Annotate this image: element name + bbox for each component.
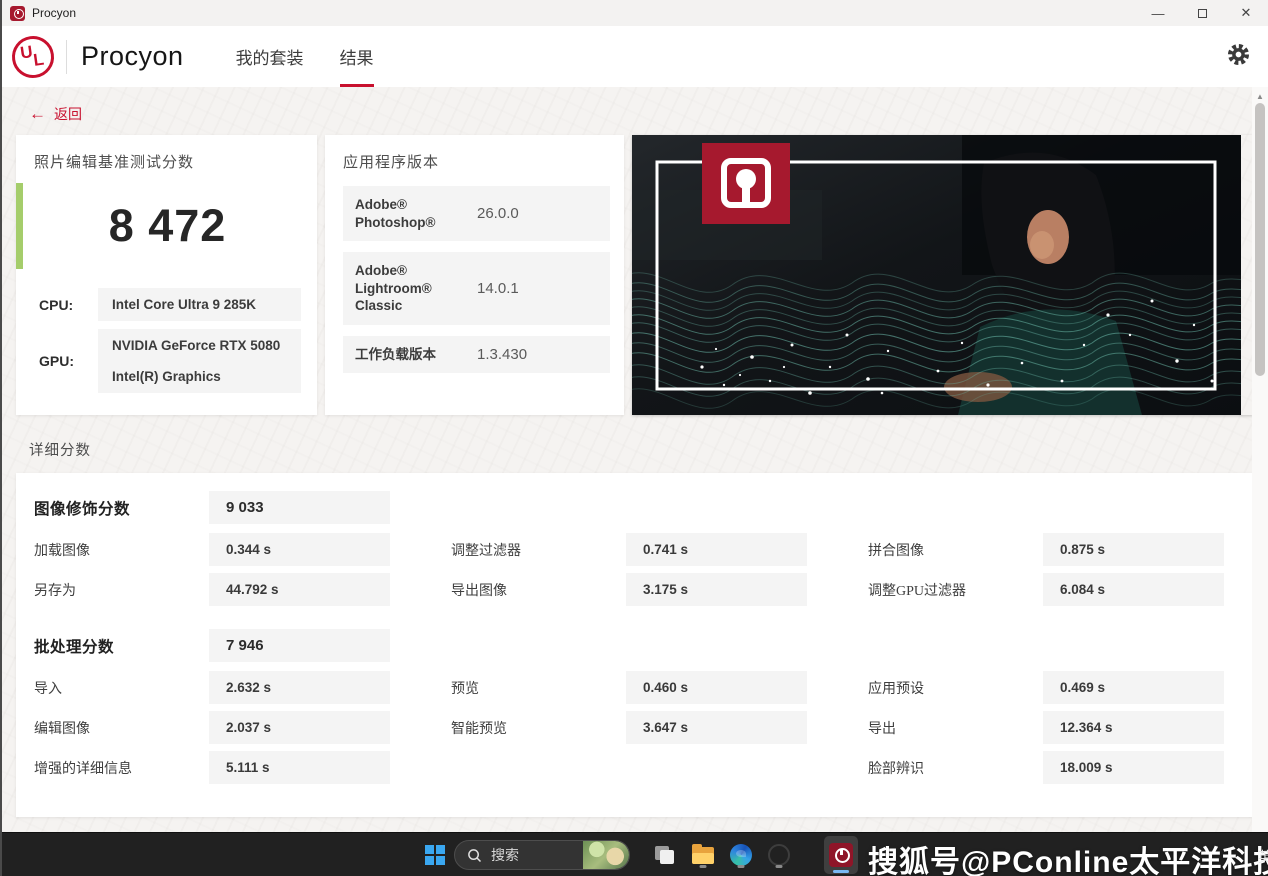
taskbar-search[interactable]: 搜索 [454, 840, 630, 870]
detail-value: 44.792 s [209, 573, 390, 606]
maximize-icon [1197, 8, 1207, 18]
vertical-scrollbar[interactable]: ▲ [1252, 87, 1268, 832]
running-indicator [737, 865, 745, 868]
overall-score: 8 472 [108, 200, 227, 251]
task-view-button[interactable] [650, 840, 680, 870]
back-arrow-icon: ← [29, 104, 46, 123]
detail-label: 导入 [34, 681, 62, 697]
windows-taskbar: 搜索 搜狐号@PConline太平洋科技 英 [2, 832, 1268, 876]
dark-app-icon [768, 844, 790, 866]
scrollbar-thumb[interactable] [1255, 103, 1265, 376]
settings-gear-icon[interactable] [1227, 43, 1250, 71]
brand-title: Procyon [81, 41, 184, 71]
detailed-scores-title: 详细分数 [29, 443, 91, 459]
detail-label: 加载图像 [34, 543, 90, 559]
detail-value: 0.460 s [626, 671, 807, 704]
back-button[interactable]: ← 返回 [2, 87, 122, 124]
start-button[interactable] [420, 840, 450, 870]
version-row-lightroom: Adobe® Lightroom® Classic 14.0.1 [343, 252, 610, 325]
watermark: 搜狐号@PConline太平洋科技 [868, 846, 1268, 876]
score-card-title: 照片编辑基准测试分数 [34, 155, 195, 171]
detail-label: 脸部辨识 [868, 761, 924, 777]
procyon-icon [829, 843, 853, 867]
procyon-taskbar-button[interactable] [824, 836, 858, 874]
app-button[interactable] [764, 840, 794, 870]
detail-label: 另存为 [34, 583, 76, 599]
detail-value: 3.647 s [626, 711, 807, 744]
versions-card-title: 应用程序版本 [343, 155, 440, 171]
gpu-label: GPU: [39, 353, 74, 369]
detail-value: 18.009 s [1043, 751, 1224, 784]
ime-indicator: 英 [1258, 849, 1268, 865]
detail-value: 3.175 s [626, 573, 807, 606]
detail-label: 增强的详细信息 [34, 761, 132, 777]
detail-value: 6.084 s [1043, 573, 1224, 606]
header-divider [66, 39, 67, 74]
detail-label: 调整GPU过滤器 [868, 583, 967, 599]
detail-value: 2.037 s [209, 711, 390, 744]
main-tabs: 我的套装 结果 [218, 26, 392, 87]
active-running-indicator [833, 870, 849, 873]
detail-label: 导出图像 [451, 583, 507, 599]
detail-label: 智能预览 [451, 721, 507, 737]
tab-results[interactable]: 结果 [322, 26, 392, 87]
ul-logo-l: L [32, 49, 46, 70]
detail-label: 预览 [451, 681, 479, 697]
detail-value: 0.741 s [626, 533, 807, 566]
maximize-button[interactable] [1180, 0, 1224, 26]
edge-icon [730, 844, 752, 866]
scrollbar-up-arrow[interactable]: ▲ [1252, 89, 1268, 103]
gpu-value-secondary: Intel(R) Graphics [112, 369, 221, 384]
app-header: U L Procyon 我的套装 结果 [2, 26, 1268, 87]
benchmark-score-card: 照片编辑基准测试分数 8 472 CPU: Intel Core Ultra 9… [16, 135, 317, 415]
app-versions-card: 应用程序版本 Adobe® Photoshop® 26.0.0 Adobe® L… [325, 135, 624, 415]
detail-value: 5.111 s [209, 751, 390, 784]
detail-value: 12.364 s [1043, 711, 1224, 744]
detail-value: 0.875 s [1043, 533, 1224, 566]
close-button[interactable]: ✕ [1224, 0, 1268, 26]
detail-value: 0.344 s [209, 533, 390, 566]
detailed-scores-card: 图像修饰分数 9 033 加载图像 0.344 s 调整过滤器 0.741 s 拼合… [16, 473, 1253, 817]
search-placeholder: 搜索 [491, 847, 519, 863]
cpu-value: Intel Core Ultra 9 285K [98, 288, 301, 321]
tab-my-suites[interactable]: 我的套装 [218, 26, 322, 87]
procyon-app-icon [10, 5, 25, 21]
minimize-button[interactable]: — [1136, 0, 1180, 26]
results-page: ← 返回 照片编辑基准测试分数 8 472 CPU: Intel Core Ul… [2, 87, 1268, 832]
window-title: Procyon [32, 6, 77, 20]
version-row-workload: 工作负载版本 1.3.430 [343, 335, 610, 374]
search-icon [468, 848, 482, 862]
search-highlight-image[interactable] [583, 841, 629, 869]
detail-value: 0.469 s [1043, 671, 1224, 704]
batch-score-label: 批处理分数 [34, 638, 115, 656]
file-explorer-button[interactable] [688, 840, 718, 870]
detail-label: 应用预设 [868, 681, 924, 697]
version-row-photoshop: Adobe® Photoshop® 26.0.0 [343, 186, 610, 242]
detail-label: 导出 [868, 721, 896, 737]
retouch-score-label: 图像修饰分数 [34, 500, 131, 518]
procyon-logo-badge [702, 143, 790, 224]
task-view-icon [655, 846, 675, 864]
folder-icon [692, 843, 714, 864]
detail-value: 2.632 s [209, 671, 390, 704]
cpu-label: CPU: [39, 296, 74, 313]
windows-logo-icon [425, 845, 445, 865]
running-indicator [699, 865, 707, 868]
gpu-value-primary: NVIDIA GeForce RTX 5080 [112, 338, 281, 353]
detail-label: 拼合图像 [868, 543, 924, 559]
edge-browser-button[interactable] [726, 840, 756, 870]
titlebar: Procyon — ✕ [2, 0, 1268, 26]
benchmark-hero-image [632, 135, 1253, 415]
ul-logo: U L [9, 32, 57, 81]
detail-label: 编辑图像 [34, 721, 90, 737]
app-window: Procyon — ✕ U L Procyon 我的套装 结果 ← 返回 照片编… [0, 0, 1268, 876]
retouch-score-value: 9 033 [209, 491, 390, 524]
batch-score-value: 7 946 [209, 629, 390, 662]
score-accent-bar [16, 183, 23, 269]
running-indicator [775, 865, 783, 868]
gpu-values: NVIDIA GeForce RTX 5080 Intel(R) Graphic… [98, 329, 301, 393]
detail-label: 调整过滤器 [451, 543, 521, 559]
